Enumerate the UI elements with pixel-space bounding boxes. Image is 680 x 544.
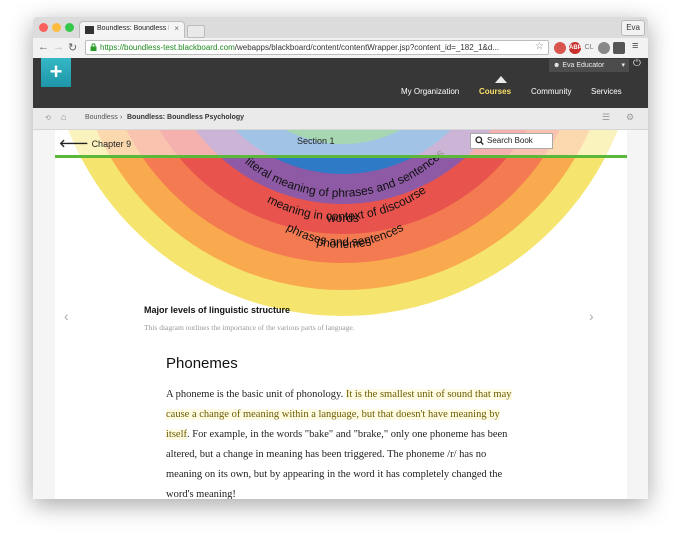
- book-page: phonemes words phrases and sentences lit…: [55, 130, 627, 499]
- chapter-link[interactable]: 🡐 Chapter 9: [59, 136, 131, 150]
- forward-icon[interactable]: →: [53, 41, 64, 53]
- chapter-label: Chapter 9: [91, 139, 132, 149]
- prev-page-icon[interactable]: ‹: [64, 308, 69, 324]
- user-menu[interactable]: ☻ Eva Educator ▾: [549, 59, 629, 72]
- printer-icon[interactable]: [598, 42, 610, 54]
- user-icon: ☻: [553, 62, 563, 69]
- zoom-window-button[interactable]: [65, 23, 74, 32]
- close-window-button[interactable]: [39, 23, 48, 32]
- figure-caption-text: This diagram outlines the importance of …: [144, 323, 355, 332]
- search-book-label: Search Book: [487, 136, 533, 145]
- book-navigation-bar: 🡐 Chapter 9 Section 1 Search Book: [55, 130, 627, 156]
- title-bar: Boundless: Boundless Psy × Eva: [33, 17, 648, 39]
- tab-title: Boundless: Boundless Psy: [97, 25, 169, 32]
- paragraph-start: A phoneme is the basic unit of phonology…: [166, 389, 346, 400]
- arrow-left-icon: 🡐: [59, 138, 92, 150]
- extension-icon[interactable]: [554, 42, 566, 54]
- minimize-window-button[interactable]: [52, 23, 61, 32]
- linguistic-structure-diagram: phonemes words phrases and sentences lit…: [68, 130, 618, 316]
- search-icon: [475, 136, 484, 146]
- nav-community[interactable]: Community: [531, 87, 571, 96]
- favicon-icon: [85, 26, 94, 34]
- breadcrumb-root[interactable]: Boundless: [85, 114, 118, 121]
- nav-courses[interactable]: Courses: [479, 87, 511, 96]
- breadcrumb-separator: ›: [120, 114, 123, 121]
- cl-extension[interactable]: CL: [583, 42, 595, 54]
- gear-icon[interactable]: ⚙: [626, 112, 634, 123]
- active-tab-indicator: [495, 76, 507, 83]
- next-page-icon[interactable]: ›: [589, 308, 594, 324]
- home-icon[interactable]: ⌂: [61, 112, 66, 122]
- nav-services[interactable]: Services: [591, 87, 622, 96]
- browser-tab[interactable]: Boundless: Boundless Psy ×: [79, 21, 185, 38]
- refresh-icon[interactable]: ⟲: [45, 114, 51, 122]
- new-tab-button[interactable]: [187, 25, 205, 38]
- sliders-icon[interactable]: ☰: [602, 112, 610, 123]
- url-host: https://boundless-test.blackboard.com: [100, 43, 235, 52]
- address-bar[interactable]: https://boundless-test.blackboard.com/we…: [85, 40, 549, 55]
- lock-icon: [90, 43, 97, 51]
- breadcrumb-current: Boundless: Boundless Psychology: [127, 114, 245, 121]
- back-icon[interactable]: ←: [38, 41, 49, 53]
- browser-window: Boundless: Boundless Psy × Eva ← → ↻ htt…: [33, 17, 648, 499]
- nav-my-organization[interactable]: My Organization: [401, 87, 459, 96]
- book-reader: phonemes words phrases and sentences lit…: [33, 130, 648, 499]
- browser-toolbar: ← → ↻ https://boundless-test.blackboard.…: [33, 38, 648, 59]
- plus-logo-icon[interactable]: +: [41, 58, 71, 87]
- tab-close-icon[interactable]: ×: [174, 24, 179, 33]
- chevron-down-icon: ▾: [621, 62, 625, 69]
- power-icon[interactable]: ⏻: [633, 58, 641, 69]
- section-heading: Phonemes: [166, 355, 238, 372]
- progress-bar: [55, 155, 627, 158]
- url-text: https://boundless-test.blackboard.com/we…: [100, 43, 528, 52]
- profile-button[interactable]: Eva: [621, 20, 645, 36]
- cast-icon[interactable]: [613, 42, 625, 54]
- search-book-input[interactable]: Search Book: [470, 133, 553, 149]
- url-path: /webapps/blackboard/content/contentWrapp…: [234, 43, 500, 52]
- figure-caption-title: Major levels of linguistic structure: [144, 305, 291, 315]
- user-name: Eva Educator: [562, 62, 605, 69]
- reload-icon[interactable]: ↻: [68, 41, 77, 54]
- breadcrumb-bar: ⟲ ⌂ Boundless › Boundless: Boundless Psy…: [33, 108, 648, 130]
- bookmark-star-icon[interactable]: ☆: [535, 41, 544, 52]
- section-label[interactable]: Section 1: [297, 136, 335, 146]
- adblock-icon[interactable]: ABP: [569, 42, 582, 54]
- body-paragraph: A phoneme is the basic unit of phonology…: [166, 385, 516, 499]
- menu-icon[interactable]: ≡: [632, 40, 638, 52]
- paragraph-end: . For example, in the words "bake" and "…: [166, 429, 508, 499]
